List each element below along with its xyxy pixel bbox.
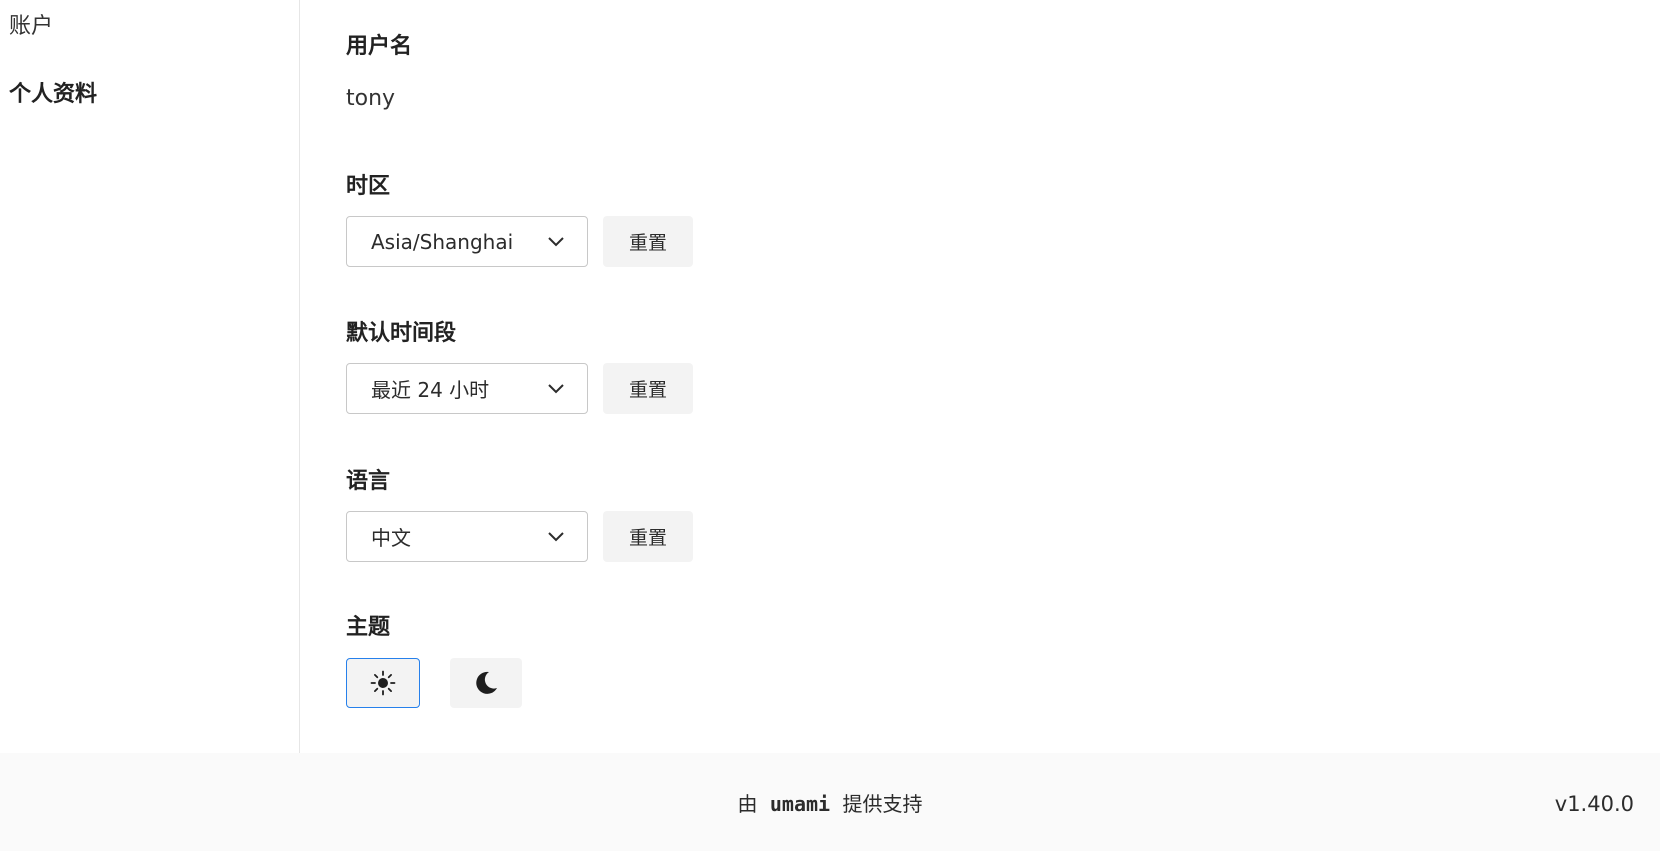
chevron-down-icon [548,237,564,247]
dark-theme-button[interactable] [450,658,522,708]
date-range-label: 默认时间段 [346,321,457,346]
profile-settings: 用户名 tony 时区 Asia/Shanghai 重置 默认时间段 最近 24… [346,0,1646,753]
powered-by-suffix: 提供支持 [842,792,923,816]
language-select-value: 中文 [371,526,411,550]
chevron-down-icon [548,532,564,542]
timezone-select-value: Asia/Shanghai [371,229,514,254]
light-theme-button[interactable] [346,658,420,708]
language-reset-button[interactable]: 重置 [603,511,693,562]
username-value: tony [346,86,396,111]
language-select[interactable]: 中文 [346,511,588,562]
language-label: 语言 [346,469,391,494]
footer: 由 umami 提供支持 v1.40.0 [0,753,1660,851]
powered-by-prefix: 由 [737,792,758,816]
date-range-select[interactable]: 最近 24 小时 [346,363,588,414]
sidebar: 账户 个人资料 [0,0,300,753]
username-label: 用户名 [346,34,413,59]
date-range-reset-button[interactable]: 重置 [603,363,693,414]
powered-by: 由 umami 提供支持 [0,789,1660,819]
date-range-select-value: 最近 24 小时 [371,378,490,402]
moon-icon [476,671,497,694]
version-label: v1.40.0 [1554,792,1634,816]
timezone-label: 时区 [346,174,391,199]
timezone-select[interactable]: Asia/Shanghai [346,216,588,267]
theme-label: 主题 [346,615,391,640]
sidebar-item-account[interactable]: 账户 [9,12,53,42]
timezone-reset-button[interactable]: 重置 [603,216,693,267]
sidebar-item-profile[interactable]: 个人资料 [9,80,97,110]
settings-app: 账户 个人资料 用户名 tony 时区 Asia/Shanghai 重置 默认时… [0,0,1660,851]
umami-link[interactable]: umami [764,792,836,816]
sun-icon [370,670,396,696]
chevron-down-icon [548,384,564,394]
